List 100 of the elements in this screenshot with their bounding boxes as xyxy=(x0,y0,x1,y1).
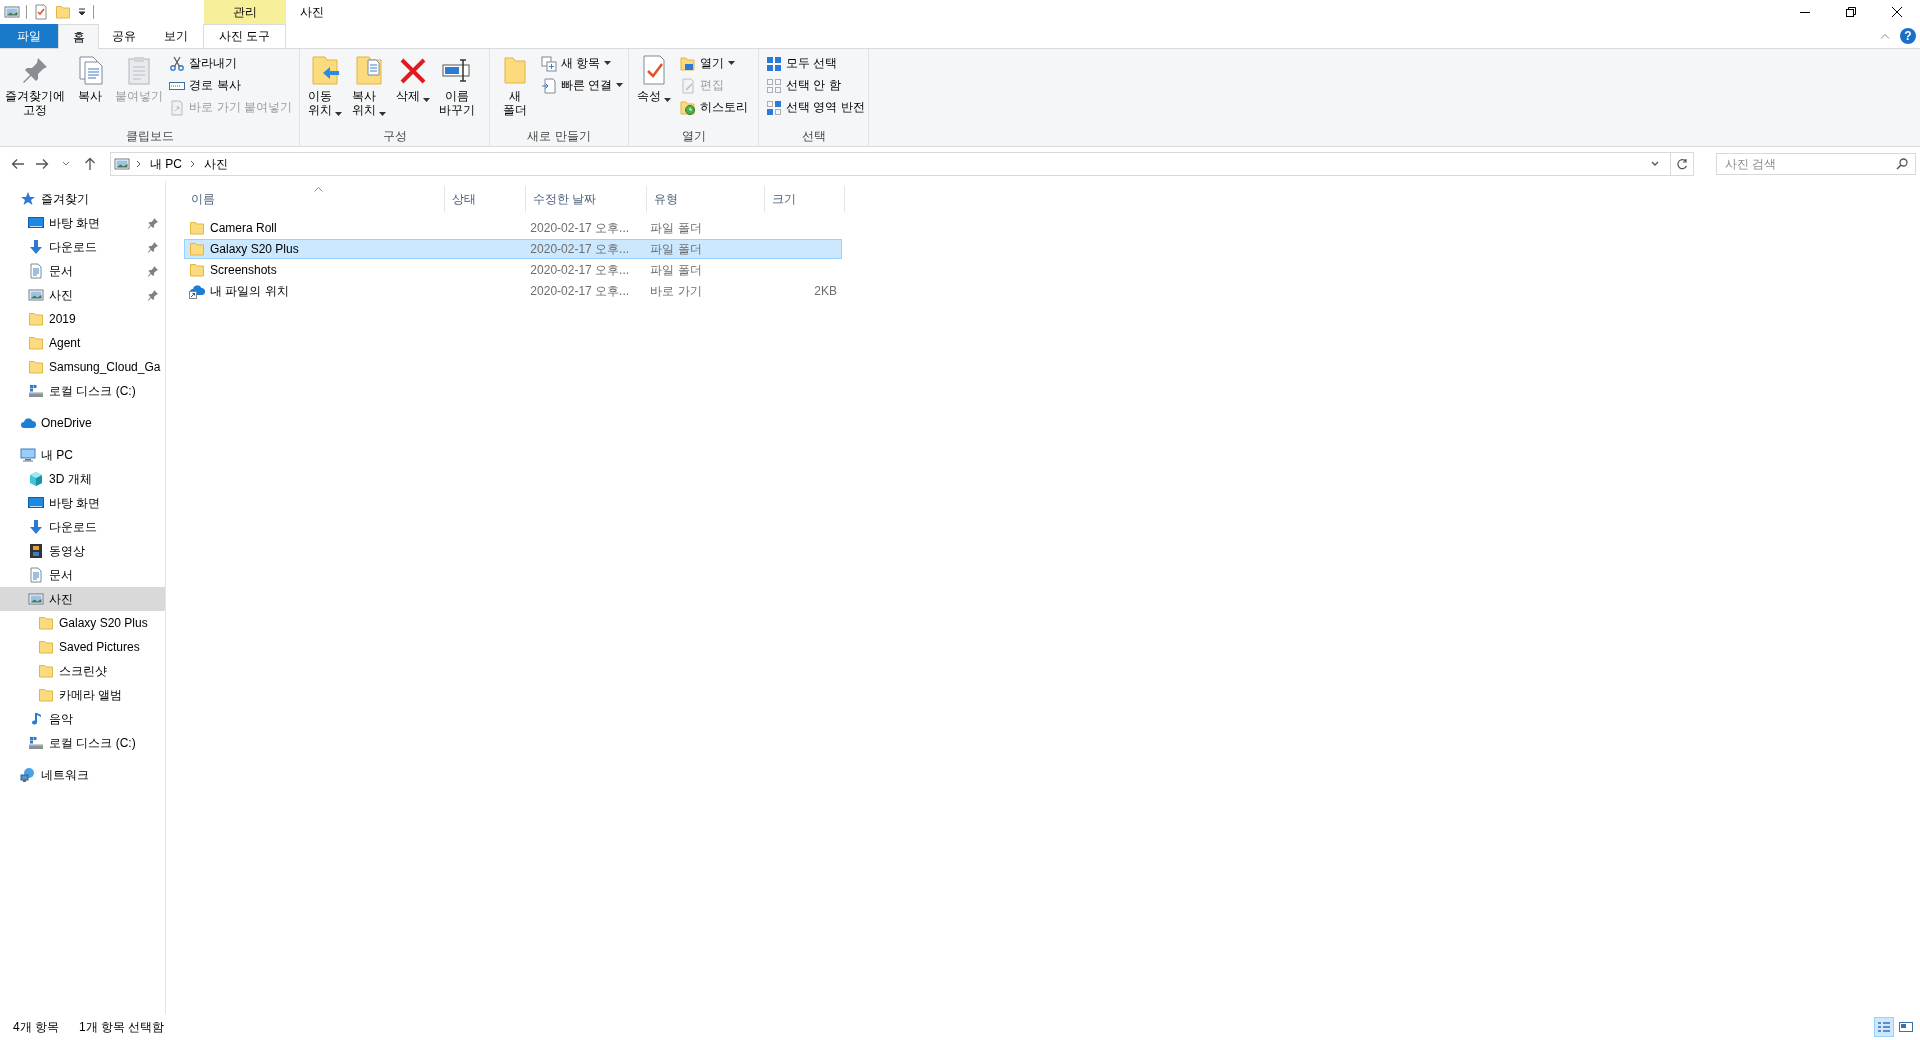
ribbon-group-label: 구성 xyxy=(382,128,407,145)
file-row[interactable]: Camera Roll 2020-02-17 오후... 파일 폴더 xyxy=(184,218,842,238)
film-icon xyxy=(28,543,44,559)
ribbon-tab[interactable]: 보기 xyxy=(149,24,203,48)
search-field[interactable]: 사진 검색 xyxy=(1716,153,1916,175)
file-row[interactable]: 내 파일의 위치 2020-02-17 오후... 바로 가기 2KB xyxy=(184,281,842,301)
address-bar[interactable]: 내 PC 사진 xyxy=(110,152,1694,176)
ribbon-button[interactable]: 경로 복사 xyxy=(166,75,295,96)
cube-icon xyxy=(28,471,44,487)
ribbon-button[interactable]: 새 폴더 xyxy=(494,52,536,119)
pin-icon xyxy=(147,241,159,253)
cloud-icon xyxy=(20,415,36,431)
navigation-item[interactable]: 즐겨찾기 xyxy=(0,187,165,211)
document-icon xyxy=(28,263,44,279)
navigation-item[interactable]: 음악 xyxy=(0,707,165,731)
caret-icon xyxy=(423,98,430,103)
navigation-item[interactable]: 다운로드 xyxy=(0,515,165,539)
navigation-item[interactable]: 다운로드 xyxy=(0,235,165,259)
navigation-item[interactable]: 스크린샷 xyxy=(0,659,165,683)
caret-icon xyxy=(604,61,612,66)
desktop-icon xyxy=(28,495,44,511)
column-header[interactable]: 상태 xyxy=(445,186,526,212)
navigation-item[interactable]: 로컬 디스크 (C:) xyxy=(0,731,165,755)
column-header[interactable]: 유형 xyxy=(647,186,765,212)
ribbon-tab[interactable]: 파일 xyxy=(0,24,58,48)
navigation-item[interactable]: 사진 xyxy=(0,587,165,611)
breadcrumb[interactable]: 사진 xyxy=(202,155,230,173)
ribbon-button[interactable]: 선택 안 함 xyxy=(763,75,868,96)
column-header[interactable]: 이름 xyxy=(184,186,445,212)
dropdown-icon xyxy=(77,7,87,17)
file-row[interactable]: Galaxy S20 Plus 2020-02-17 오후... 파일 폴더 xyxy=(184,239,842,259)
ribbon-tab[interactable]: 홈 xyxy=(58,24,99,49)
navigation-item[interactable]: 동영상 xyxy=(0,539,165,563)
ribbon-button[interactable]: 열기 xyxy=(677,53,751,74)
navigation-item[interactable]: 문서 xyxy=(0,259,165,283)
navigation-item[interactable]: OneDrive xyxy=(0,411,165,435)
folder-icon xyxy=(38,687,54,703)
ribbon-button[interactable]: 잘라내기 xyxy=(166,53,295,74)
navigation-item[interactable]: 네트워크 xyxy=(0,763,165,787)
grid-icon xyxy=(766,99,782,116)
table-cell: 바로 가기 xyxy=(650,282,702,300)
restore-icon xyxy=(1846,7,1856,17)
navigation-item[interactable]: 바탕 화면 xyxy=(0,491,165,515)
close-icon xyxy=(1892,7,1902,17)
shortcut-document-icon xyxy=(541,77,557,94)
table-cell: 파일 폴더 xyxy=(650,240,702,258)
column-header[interactable]: 수정한 날짜 xyxy=(526,186,647,212)
navigation-item[interactable]: 2019 xyxy=(0,307,165,331)
view-button[interactable] xyxy=(1874,1017,1894,1037)
ribbon-button[interactable]: 선택 영역 반전 xyxy=(763,97,868,118)
ribbon-group-label: 새로 만들기 xyxy=(527,128,591,145)
navigation-item[interactable]: 내 PC xyxy=(0,443,165,467)
ribbon-button[interactable]: 이름 바꾸기 xyxy=(436,52,478,119)
ribbon-button[interactable]: 모두 선택 xyxy=(763,53,868,74)
ribbon-button[interactable]: 속성 xyxy=(633,52,675,105)
history-icon xyxy=(680,99,696,116)
context-tab-group-label: 관리 xyxy=(204,0,286,24)
file-name: Galaxy S20 Plus xyxy=(210,242,299,256)
folder-icon xyxy=(28,311,44,327)
file-name: Screenshots xyxy=(210,263,277,277)
ribbon-button[interactable]: 빠른 연결 xyxy=(538,75,627,96)
navigation-item[interactable]: Galaxy S20 Plus xyxy=(0,611,165,635)
navigation-item[interactable]: Saved Pictures xyxy=(0,635,165,659)
navigation-item[interactable]: 3D 개체 xyxy=(0,467,165,491)
large-icons-view-icon xyxy=(1899,1021,1913,1033)
navigation-item[interactable]: Agent xyxy=(0,331,165,355)
collapse-ribbon-icon xyxy=(1880,33,1890,39)
pictures-icon xyxy=(4,4,20,20)
ribbon-button[interactable]: 복사 xyxy=(68,52,111,105)
navigation-item[interactable]: Samsung_Cloud_Ga xyxy=(0,355,165,379)
ribbon-tab[interactable]: 사진 도구 xyxy=(203,24,286,48)
navigation-item[interactable]: 문서 xyxy=(0,563,165,587)
cloud-shortcut-icon xyxy=(189,283,205,299)
window-title: 사진 xyxy=(300,3,324,21)
breadcrumb[interactable]: 내 PC xyxy=(148,155,184,173)
star-icon xyxy=(20,191,36,207)
help-button[interactable]: ? xyxy=(1900,28,1916,44)
caret-icon xyxy=(335,112,342,117)
folder-icon xyxy=(55,4,71,20)
folder-icon xyxy=(189,220,205,236)
ribbon-button[interactable]: 복사 위치 xyxy=(348,52,390,119)
navigation-item[interactable]: 바탕 화면 xyxy=(0,211,165,235)
drive-icon xyxy=(28,735,44,751)
folder-icon xyxy=(28,359,44,375)
scissors-icon xyxy=(169,55,186,72)
file-row[interactable]: Screenshots 2020-02-17 오후... 파일 폴더 xyxy=(184,260,842,280)
document-icon xyxy=(28,567,44,583)
sort-ascending-icon xyxy=(314,187,323,192)
navigation-item[interactable]: 카메라 앨범 xyxy=(0,683,165,707)
column-header[interactable]: 크기 xyxy=(765,186,845,212)
ribbon-button[interactable]: 이동 위치 xyxy=(304,52,346,119)
ribbon-button[interactable]: 히스토리 xyxy=(677,97,751,118)
navigation-item[interactable]: 사진 xyxy=(0,283,165,307)
ribbon-button[interactable]: 새 항목 xyxy=(538,53,627,74)
ribbon-button[interactable]: 삭제 xyxy=(392,52,434,105)
navigation-item[interactable]: 로컬 디스크 (C:) xyxy=(0,379,165,403)
ribbon-button[interactable]: 즐겨찾기에 고정 xyxy=(4,52,67,119)
ribbon-group-label: 열기 xyxy=(681,128,706,145)
ribbon-tab[interactable]: 공유 xyxy=(99,24,149,48)
folder-icon xyxy=(38,663,54,679)
